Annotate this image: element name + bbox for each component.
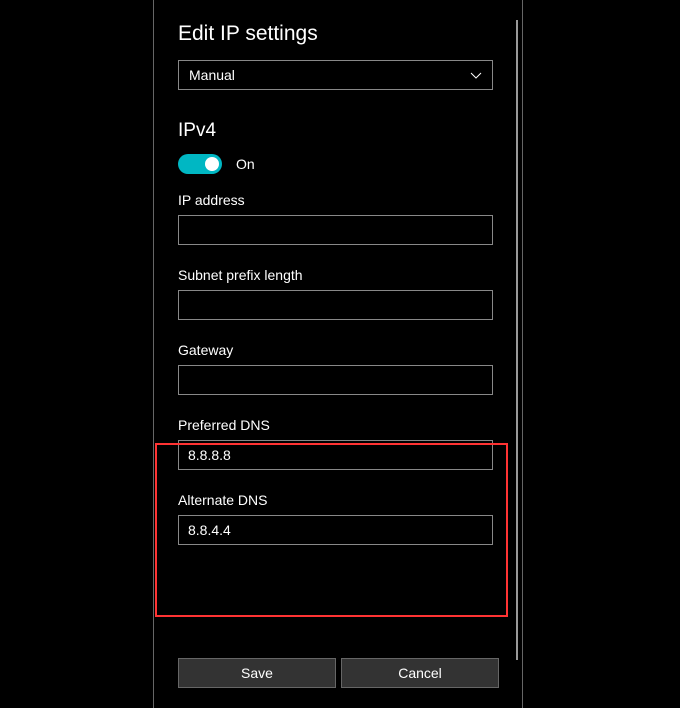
- scrollbar[interactable]: [516, 20, 518, 660]
- ip-settings-dialog: Edit IP settings Manual IPv4 On IP addre…: [153, 0, 523, 708]
- chevron-down-icon: [470, 69, 482, 81]
- dropdown-selected: Manual: [189, 67, 235, 83]
- dialog-title: Edit IP settings: [178, 22, 498, 46]
- subnet-label: Subnet prefix length: [178, 267, 498, 283]
- alternate-dns-label: Alternate DNS: [178, 492, 498, 508]
- ip-address-label: IP address: [178, 192, 498, 208]
- preferred-dns-label: Preferred DNS: [178, 417, 498, 433]
- subnet-input[interactable]: [178, 290, 493, 320]
- cancel-button[interactable]: Cancel: [341, 658, 499, 688]
- alternate-dns-input[interactable]: [178, 515, 493, 545]
- ipv4-toggle-label: On: [236, 156, 255, 172]
- gateway-input[interactable]: [178, 365, 493, 395]
- preferred-dns-input[interactable]: [178, 440, 493, 470]
- ipv4-toggle[interactable]: [178, 154, 222, 174]
- mode-dropdown[interactable]: Manual: [178, 60, 493, 90]
- ipv4-heading: IPv4: [178, 120, 498, 142]
- save-button[interactable]: Save: [178, 658, 336, 688]
- ip-address-input[interactable]: [178, 215, 493, 245]
- toggle-knob: [205, 157, 219, 171]
- gateway-label: Gateway: [178, 342, 498, 358]
